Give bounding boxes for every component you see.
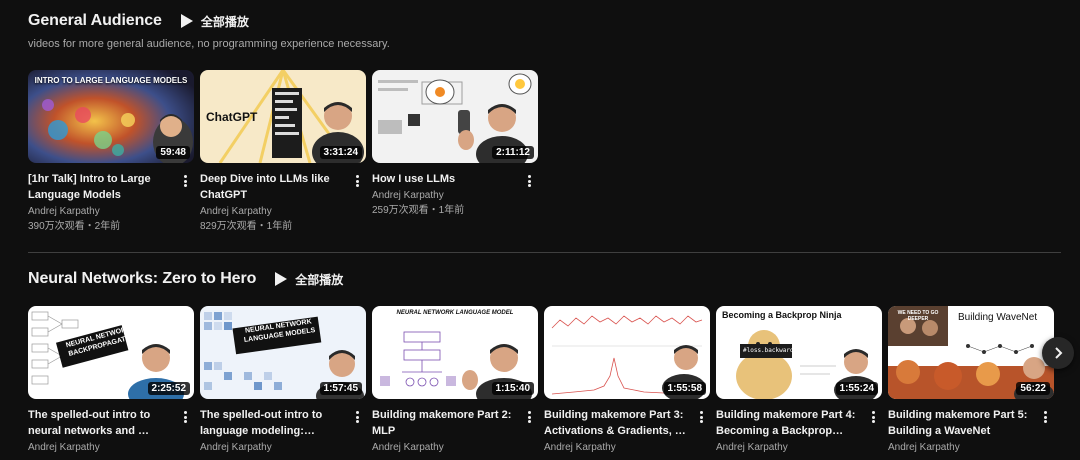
more-vert-icon[interactable] [1038, 409, 1052, 425]
video-thumbnail[interactable]: ChatGPT 3:31:24 [200, 70, 366, 163]
more-vert-icon[interactable] [350, 173, 364, 189]
thumbnail-caption: NEURAL NETWORK LANGUAGE MODEL [396, 310, 514, 316]
video-title[interactable]: Building makemore Part 2: MLP [372, 407, 514, 439]
thumbnail-caption: INTRO TO LARGE LANGUAGE MODELS [34, 76, 188, 85]
shelf-next-button[interactable] [1042, 337, 1074, 369]
video-meta: How I use LLMs Andrej Karpathy 259万次观看・1… [372, 171, 538, 218]
video-channel[interactable]: Andrej Karpathy [716, 440, 858, 455]
thumbnail-code: #loss.backward() [743, 347, 801, 354]
more-vert-icon[interactable] [178, 409, 192, 425]
shelf-header-general-audience: General Audience 全部播放 [28, 12, 249, 30]
video-channel[interactable]: Andrej Karpathy [200, 204, 342, 219]
video-meta: Building makemore Part 4: Becoming a Bac… [716, 407, 882, 455]
video-channel[interactable]: Andrej Karpathy [28, 204, 170, 219]
video-title[interactable]: Deep Dive into LLMs like ChatGPT [200, 171, 342, 203]
more-vert-icon[interactable] [694, 409, 708, 425]
video-card[interactable]: Building WaveNet WE NEED TO GO DEEPER 56… [888, 306, 1054, 455]
video-thumbnail[interactable]: 2:11:12 [372, 70, 538, 163]
thumbnail-caption: ChatGPT [206, 110, 258, 124]
video-card[interactable]: 2:11:12 How I use LLMs Andrej Karpathy 2… [372, 70, 538, 234]
more-vert-icon[interactable] [178, 173, 192, 189]
video-thumbnail[interactable]: Becoming a Backprop Ninja #loss.backward… [716, 306, 882, 399]
play-all-button[interactable]: 全部播放 [274, 271, 343, 288]
video-meta: Building makemore Part 3: Activations & … [544, 407, 710, 455]
video-thumbnail[interactable]: 1:55:58 [544, 306, 710, 399]
play-all-button[interactable]: 全部播放 [180, 13, 249, 30]
video-thumbnail[interactable]: Building WaveNet WE NEED TO GO DEEPER 56… [888, 306, 1054, 399]
video-duration: 2:11:12 [492, 146, 534, 159]
chevron-right-icon [1055, 347, 1063, 359]
video-card[interactable]: ChatGPT 3:31:24 Deep Dive into LLMs like… [200, 70, 366, 234]
video-meta: [1hr Talk] Intro to Large Language Model… [28, 171, 194, 234]
video-title[interactable]: How I use LLMs [372, 171, 514, 187]
video-channel[interactable]: Andrej Karpathy [888, 440, 1030, 455]
video-channel[interactable]: Andrej Karpathy [200, 440, 342, 455]
video-meta: Building makemore Part 5: Building a Wav… [888, 407, 1054, 455]
video-card[interactable]: INTRO TO LARGE LANGUAGE MODELS 59:48 [1h… [28, 70, 194, 234]
video-card[interactable]: 1:55:58 Building makemore Part 3: Activa… [544, 306, 710, 455]
shelf-title[interactable]: Neural Networks: Zero to Hero [28, 270, 256, 288]
video-duration: 2:25:52 [147, 382, 190, 395]
video-title[interactable]: The spelled-out intro to language modeli… [200, 407, 342, 439]
video-title[interactable]: [1hr Talk] Intro to Large Language Model… [28, 171, 170, 203]
video-meta: The spelled-out intro to neural networks… [28, 407, 194, 455]
thumbnail-caption: Becoming a Backprop Ninja [722, 310, 842, 320]
video-channel[interactable]: Andrej Karpathy [28, 440, 170, 455]
more-vert-icon[interactable] [522, 173, 536, 189]
video-stats: 259万次观看・1年前 [372, 205, 465, 216]
video-duration: 56:22 [1016, 382, 1050, 395]
more-vert-icon[interactable] [350, 409, 364, 425]
video-duration: 3:31:24 [319, 146, 362, 159]
shelf-divider [28, 252, 1061, 253]
video-title[interactable]: The spelled-out intro to neural networks… [28, 407, 170, 439]
video-stats: 829万次观看・1年前 [200, 221, 293, 232]
thumbnail-meme-caption: WE NEED TO GO DEEPER [897, 310, 939, 322]
video-duration: 59:48 [156, 146, 190, 159]
video-thumbnail[interactable]: NEURAL NETWORKS BACKPROPAGATION 2:25:52 [28, 306, 194, 399]
video-duration: 1:55:58 [663, 382, 706, 395]
shelf-row-general-audience: INTRO TO LARGE LANGUAGE MODELS 59:48 [1h… [28, 70, 538, 234]
shelf-title[interactable]: General Audience [28, 12, 162, 30]
video-thumbnail[interactable]: NEURAL NETWORK LANGUAGE MODELS 1:57:45 [200, 306, 366, 399]
more-vert-icon[interactable] [522, 409, 536, 425]
video-title[interactable]: Building makemore Part 5: Building a Wav… [888, 407, 1030, 439]
video-meta: The spelled-out intro to language modeli… [200, 407, 366, 455]
more-vert-icon[interactable] [866, 409, 880, 425]
shelf-description: videos for more general audience, no pro… [28, 38, 390, 50]
video-channel[interactable]: Andrej Karpathy [372, 188, 514, 203]
shelf-header-zero-to-hero: Neural Networks: Zero to Hero 全部播放 [28, 270, 343, 288]
video-stats: 390万次观看・2年前 [28, 221, 121, 232]
video-duration: 1:57:45 [319, 382, 362, 395]
video-channel[interactable]: Andrej Karpathy [544, 440, 686, 455]
video-thumbnail[interactable]: NEURAL NETWORK LANGUAGE MODEL 1:15:40 [372, 306, 538, 399]
video-card[interactable]: Becoming a Backprop Ninja #loss.backward… [716, 306, 882, 455]
video-duration: 1:55:24 [835, 382, 878, 395]
play-all-label: 全部播放 [295, 272, 344, 287]
video-meta: Deep Dive into LLMs like ChatGPT Andrej … [200, 171, 366, 234]
video-card[interactable]: NEURAL NETWORK LANGUAGE MODEL 1:15:40 Bu… [372, 306, 538, 455]
video-title[interactable]: Building makemore Part 3: Activations & … [544, 407, 686, 439]
play-icon [180, 14, 193, 28]
video-card[interactable]: NEURAL NETWORKS BACKPROPAGATION 2:25:52 … [28, 306, 194, 455]
video-thumbnail[interactable]: INTRO TO LARGE LANGUAGE MODELS 59:48 [28, 70, 194, 163]
play-icon [275, 272, 288, 286]
thumbnail-caption: Building WaveNet [958, 312, 1038, 323]
video-meta: Building makemore Part 2: MLP Andrej Kar… [372, 407, 538, 455]
video-duration: 1:15:40 [491, 382, 534, 395]
video-channel[interactable]: Andrej Karpathy [372, 440, 514, 455]
video-card[interactable]: NEURAL NETWORK LANGUAGE MODELS 1:57:45 T… [200, 306, 366, 455]
play-all-label: 全部播放 [200, 14, 249, 29]
video-title[interactable]: Building makemore Part 4: Becoming a Bac… [716, 407, 858, 439]
shelf-row-zero-to-hero: NEURAL NETWORKS BACKPROPAGATION 2:25:52 … [28, 306, 1054, 455]
